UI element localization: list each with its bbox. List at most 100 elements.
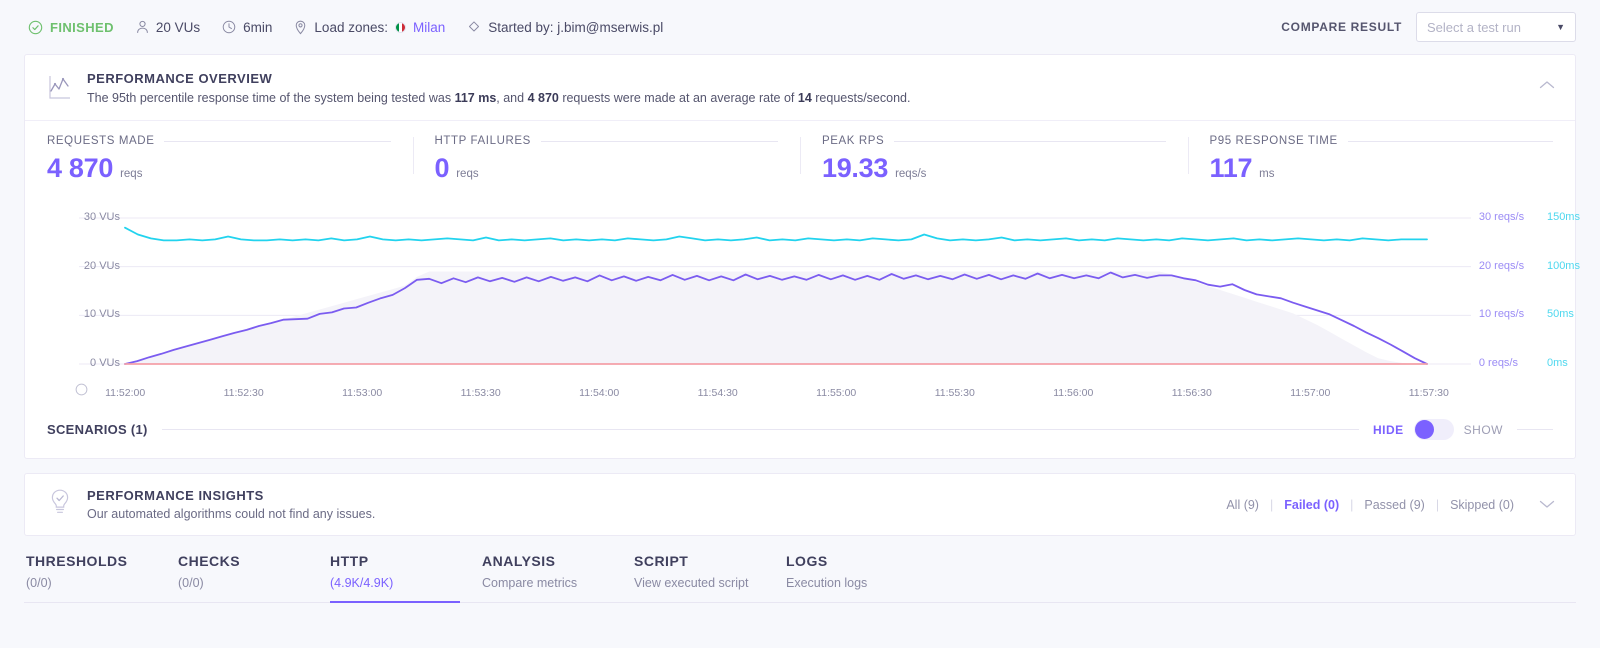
diamond-icon [467,20,481,34]
chart-x-axis: 11:52:00 11:52:30 11:53:00 11:53:30 11:54:00… [25,381,1575,407]
duration-label: 6min [243,19,273,35]
status-finished-label: FINISHED [50,19,114,35]
vus-label: 20 VUs [155,19,201,35]
performance-overview-header: PERFORMANCE OVERVIEW The 95th percentile… [25,55,1575,121]
chart-y-axis-right-ms-tick: 150ms [1546,211,1580,223]
started-by-label: Started by: j.bim@mserwis.pl [488,19,664,35]
switch-knob [1414,420,1434,439]
status-duration: 6min [222,20,272,35]
summary-part-1: The 95th percentile response time of the… [87,91,455,105]
chart-y-axis-right-rps-tick: 20 reqs/s [1478,259,1525,272]
status-group: FINISHED 20 VUs 6min Load zones: Milan S… [28,20,663,35]
chart-y-axis-right-ms-tick: 0ms [1546,357,1568,369]
chart-x-axis-tick: 11:57:00 [1290,387,1331,399]
chart-y-axis-right-ms-tick: 100ms [1546,259,1580,272]
tab-script[interactable]: SCRIPT View executed script [634,553,786,602]
italy-flag-icon [394,21,406,33]
tab-sublabel: (0/0) [26,576,52,590]
tab-label: SCRIPT [634,553,689,569]
chart-line-icon [47,73,73,106]
metric-label: P95 RESPONSE TIME [1209,135,1338,147]
chart-y-axis-right-rps-tick: 30 reqs/s [1478,211,1525,223]
filter-separator: | [1350,497,1354,512]
scenarios-visibility-toggle[interactable]: HIDE SHOW [1373,419,1503,440]
insights-filter-all[interactable]: All (9) [1226,498,1259,512]
tab-label: ANALYSIS [482,553,556,569]
metric-unit: reqs [120,168,143,180]
tab-sublabel: (0/0) [178,576,204,590]
performance-insights-sub: Our automated algorithms could not find … [87,507,376,521]
metrics-row: REQUESTS MADE 4 870 reqs HTTP FAILURES 0… [25,121,1575,190]
tab-checks[interactable]: CHECKS (0/0) [178,553,330,602]
filter-separator: | [1269,497,1274,512]
metric-unit: reqs [456,168,479,180]
summary-p95: 117 ms [454,91,497,105]
tab-inner: HTTP (4.9K/4.9K) [330,553,482,590]
metric-label: HTTP FAILURES [434,135,531,147]
metric-peak-rps: PEAK RPS 19.33 reqs/s [800,135,1188,184]
bottom-tabs: THRESHOLDS (0/0) CHECKS (0/0) HTTP (4.9K/4.9K… [24,553,1576,603]
metric-rule [540,140,778,142]
insights-filter-failed[interactable]: Failed (0) [1284,498,1339,512]
check-circle-icon [28,20,43,35]
tab-inner: THRESHOLDS (0/0) [26,553,178,590]
status-bar: FINISHED 20 VUs 6min Load zones: Milan S… [0,0,1600,54]
performance-chart[interactable]: 0 VUs 0 reqs/s 0ms 10 VUs 10 reqs/s 50ms 20 VU… [25,204,1580,409]
metric-requests-made: REQUESTS MADE 4 870 reqs [25,135,413,184]
status-vus: 20 VUs [136,20,200,35]
metric-rule [894,140,1166,142]
location-pin-icon [294,20,307,35]
tab-label: CHECKS [178,553,241,569]
chart-x-axis-tick: 11:54:30 [697,387,738,399]
chart-x-axis-tick: 11:53:30 [460,387,501,399]
insights-filter-skipped[interactable]: Skipped (0) [1450,498,1514,512]
lightbulb-check-icon [47,488,73,521]
toggle-show-label[interactable]: SHOW [1464,423,1503,437]
tab-inner: LOGS Execution logs [786,553,938,590]
tab-http[interactable]: HTTP (4.9K/4.9K) [330,553,482,603]
metric-value-group: 19.33 reqs/s [822,153,1166,184]
summary-part-4: requests/second. [811,91,911,105]
tab-inner: SCRIPT View executed script [634,553,786,590]
chart-x-axis-tick: 11:56:30 [1171,387,1212,399]
toggle-hide-label[interactable]: HIDE [1373,423,1404,437]
load-zone-value[interactable]: Milan [413,20,445,35]
summary-part-2: , and [496,91,528,105]
tab-inner: ANALYSIS Compare metrics [482,553,634,590]
tab-logs[interactable]: LOGS Execution logs [786,553,938,602]
chart-y-axis-right-rps-tick: 10 reqs/s [1478,308,1525,321]
metric-header: PEAK RPS [822,135,1166,147]
chart-series-line [125,228,1427,241]
chart-x-axis-tick: 11:52:30 [223,387,264,399]
performance-chart-svg [79,217,1471,379]
tab-label: HTTP [330,553,369,569]
collapse-overview-button[interactable] [1539,71,1555,95]
tab-sublabel: View executed script [634,576,749,590]
chart-x-axis-tick: 11:55:00 [816,387,857,399]
status-started-by: Started by: j.bim@mserwis.pl [467,20,663,35]
performance-overview-summary: The 95th percentile response time of the… [87,91,910,105]
tab-thresholds[interactable]: THRESHOLDS (0/0) [26,553,178,602]
clock-axis-icon [75,383,88,401]
tab-analysis[interactable]: ANALYSIS Compare metrics [482,553,634,602]
expand-insights-button[interactable] [1539,498,1555,512]
compare-test-run-select[interactable]: Select a test run ▼ [1416,12,1576,42]
metric-value-group: 117 ms [1210,153,1554,184]
summary-rate: 14 [797,91,812,105]
chart-x-axis-tick: 11:56:00 [1053,387,1094,399]
scenarios-switch[interactable] [1413,419,1454,440]
tab-label: THRESHOLDS [26,553,128,569]
compare-result-label: COMPARE RESULT [1281,20,1402,34]
tab-label: LOGS [786,553,828,569]
summary-requests: 4 870 [527,91,559,105]
chart-y-axis-left-tick: 0 VUs [90,357,120,369]
scenarios-row: SCENARIOS (1) HIDE SHOW [25,409,1575,458]
metric-value: 0 [434,153,450,183]
metric-rule [1347,140,1553,142]
insights-filter-passed[interactable]: Passed (9) [1364,498,1424,512]
summary-part-3: requests were made at an average rate of [558,91,798,105]
chart-x-axis-tick: 11:53:00 [342,387,383,399]
metric-header: P95 RESPONSE TIME [1209,135,1553,147]
chart-y-axis-left-tick: 10 VUs [83,308,120,321]
scenarios-rule-end [1517,429,1553,430]
